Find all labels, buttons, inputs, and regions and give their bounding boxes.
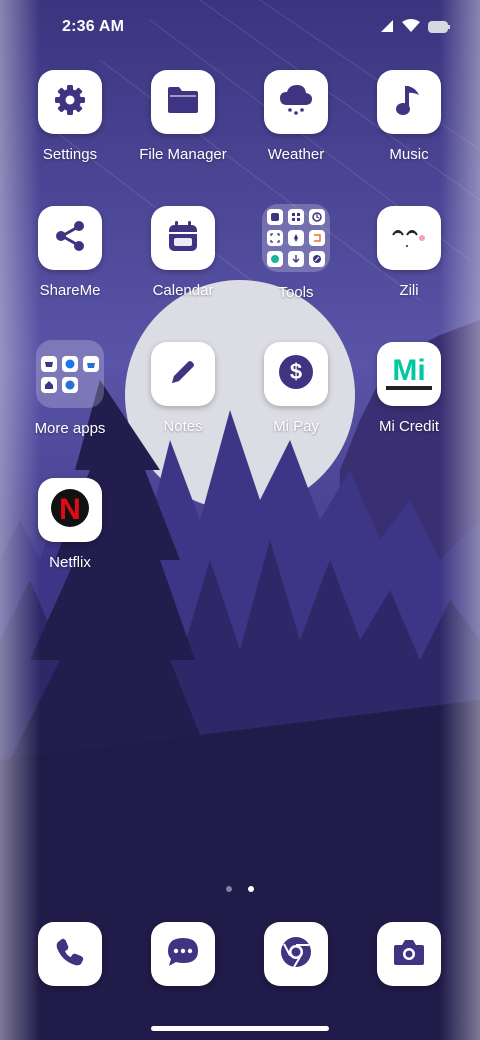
netflix-logo: N xyxy=(50,488,90,533)
gear-icon xyxy=(53,83,87,122)
app-netflix[interactable]: N Netflix xyxy=(14,478,126,598)
app-music[interactable]: Music xyxy=(353,70,465,190)
folder-label: Tools xyxy=(278,284,314,301)
music-app-icon[interactable] xyxy=(377,70,441,134)
app-shareme[interactable]: ShareMe xyxy=(14,206,126,326)
app-label: Mi Pay xyxy=(273,418,319,435)
app-settings[interactable]: Settings xyxy=(14,70,126,190)
zili-app-icon[interactable] xyxy=(377,206,441,270)
app-label: ShareMe xyxy=(39,282,101,299)
home-indicator[interactable] xyxy=(151,1026,329,1031)
apps-folder-icon[interactable] xyxy=(36,340,104,408)
recorder-mini-icon xyxy=(267,209,283,225)
page-dot[interactable] xyxy=(225,886,232,892)
dock-camera[interactable] xyxy=(377,922,441,986)
app-label: Settings xyxy=(42,146,98,163)
file-manager-app-icon[interactable] xyxy=(151,70,215,134)
dock-messages[interactable] xyxy=(151,922,215,986)
security-mini-icon xyxy=(267,251,283,267)
app-weather[interactable]: Weather xyxy=(240,70,352,190)
clock-mini-icon xyxy=(309,209,325,225)
dock-phone[interactable] xyxy=(38,922,102,986)
app-grid: Settings File Manager Weather Music Shar… xyxy=(0,0,480,880)
mi-credit-logo-text: Mi xyxy=(392,354,425,387)
shareme-app-icon[interactable] xyxy=(38,206,102,270)
message-bubble-icon xyxy=(166,936,200,973)
app-label: Zili xyxy=(399,282,419,299)
status-icons xyxy=(380,19,450,38)
notes-app-icon[interactable] xyxy=(151,342,215,406)
calculator-mini-icon xyxy=(288,209,304,225)
mi-credit-app-icon[interactable]: Mi xyxy=(377,342,441,406)
app-label: Notes xyxy=(163,418,203,435)
pencil-icon xyxy=(168,357,198,392)
status-time: 2:36 AM xyxy=(62,18,125,35)
home-mini-icon xyxy=(41,376,57,393)
app-mi-pay[interactable]: $ Mi Pay xyxy=(240,342,352,462)
app-label: File Manager xyxy=(139,146,227,163)
page-indicator xyxy=(0,879,480,897)
camera-icon xyxy=(392,937,426,972)
mi-credit-logo: Mi xyxy=(384,350,434,399)
folder-tools[interactable]: Tools xyxy=(240,204,352,326)
compass2-mini-icon xyxy=(309,251,325,267)
tools-folder-icon[interactable] xyxy=(262,204,330,272)
page-dot-active[interactable] xyxy=(248,886,255,892)
music-note-icon xyxy=(395,83,423,122)
app-label: Calendar xyxy=(152,282,214,299)
scanner-mini-icon xyxy=(267,230,283,246)
dock xyxy=(0,922,480,986)
cloud-rain-icon xyxy=(278,83,314,122)
app-zili[interactable]: Zili xyxy=(353,206,465,326)
dock-browser[interactable] xyxy=(264,922,328,986)
share-icon xyxy=(53,219,87,258)
folder-icon xyxy=(166,85,200,120)
shop-mini-icon xyxy=(41,355,57,372)
zili-face-icon xyxy=(389,221,429,256)
getapps-mini-icon xyxy=(83,355,99,372)
netflix-app-icon[interactable]: N xyxy=(38,478,102,542)
cleaner-mini-icon xyxy=(309,230,325,246)
app-label: Music xyxy=(389,146,429,163)
folder-label: More apps xyxy=(34,420,106,437)
chrome-icon xyxy=(279,935,313,974)
status-bar: 2:36 AM xyxy=(0,0,480,56)
phone-icon xyxy=(54,936,86,973)
svg-text:$: $ xyxy=(290,359,302,384)
app-label: Weather xyxy=(267,146,325,163)
download-mini-icon xyxy=(288,251,304,267)
app-label: Mi Credit xyxy=(378,418,439,435)
app-label: Netflix xyxy=(49,554,91,571)
mi-pay-app-icon[interactable]: $ xyxy=(264,342,328,406)
weather-app-icon[interactable] xyxy=(264,70,328,134)
netflix-logo-text: N xyxy=(59,493,81,526)
app-mi-credit[interactable]: Mi Mi Credit xyxy=(353,342,465,462)
app-notes[interactable]: Notes xyxy=(127,342,239,462)
dollar-coin-icon: $ xyxy=(278,354,314,395)
browser-mini-icon xyxy=(62,376,78,393)
app-file-manager[interactable]: File Manager xyxy=(127,70,239,190)
calendar-app-icon[interactable] xyxy=(151,206,215,270)
folder-more-apps[interactable]: More apps xyxy=(14,340,126,462)
settings-app-icon[interactable] xyxy=(38,70,102,134)
calendar-icon xyxy=(166,219,200,258)
facebook-mini-icon xyxy=(62,355,78,372)
wifi-icon xyxy=(402,19,420,38)
signal-icon xyxy=(380,19,394,38)
app-calendar[interactable]: Calendar xyxy=(127,206,239,326)
battery-icon xyxy=(428,20,450,38)
compass-mini-icon xyxy=(288,230,304,246)
